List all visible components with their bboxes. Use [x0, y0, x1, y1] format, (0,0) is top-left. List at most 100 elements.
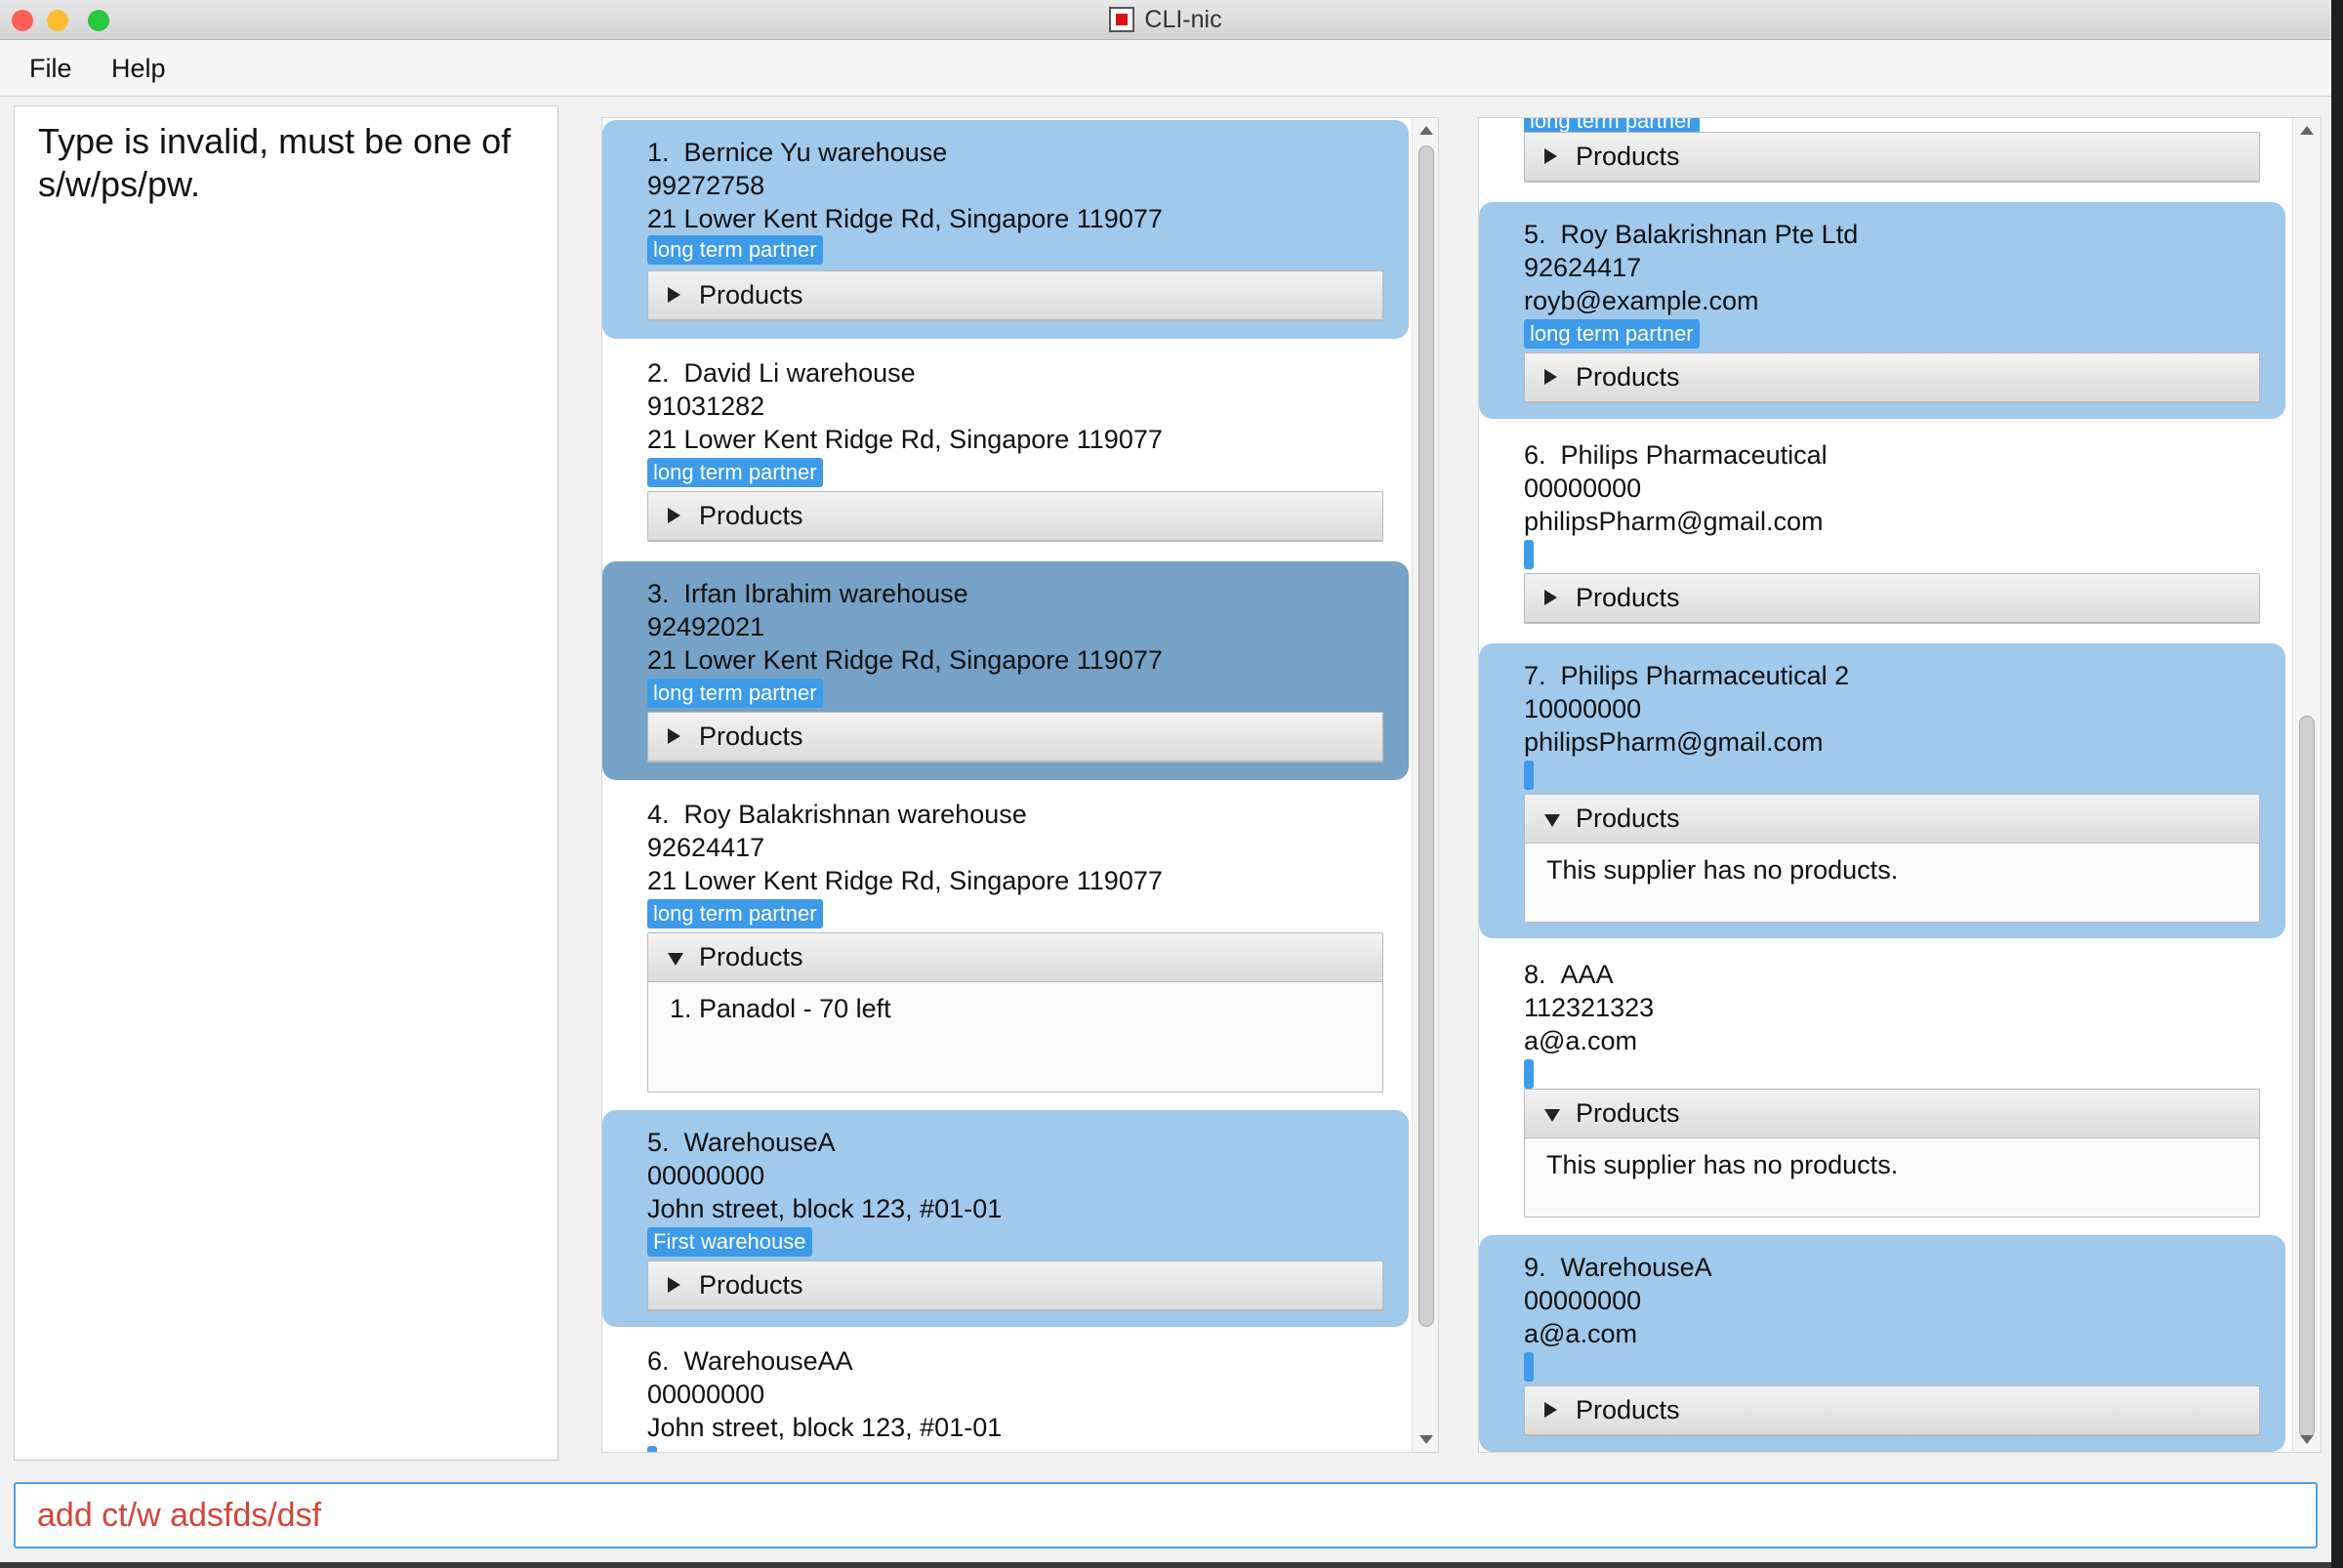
products-pane-header[interactable]: Products: [648, 271, 1382, 320]
card-address: 21 Lower Kent Ridge Rd, Singapore 119077: [647, 425, 1163, 454]
tag-badge-empty: [1524, 1352, 1534, 1382]
warehouse-card[interactable]: 4. Roy Balakrishnan warehouse 92624417 21 …: [602, 782, 1409, 1108]
products-pane-header[interactable]: Products: [1525, 1090, 2259, 1138]
card-email: philipsPharm@gmail.com: [1524, 727, 1824, 757]
menu-file[interactable]: File: [29, 54, 72, 84]
products-pane[interactable]: Products 1. Panadol - 70 left: [647, 932, 1383, 1093]
products-pane-header[interactable]: Products: [1525, 574, 2259, 623]
products-pane-header[interactable]: Products: [1525, 133, 2259, 182]
products-pane-header[interactable]: Products: [648, 492, 1382, 541]
title-bar: CLI-nic: [0, 0, 2331, 40]
result-display: Type is invalid, must be one of s/w/ps/p…: [14, 105, 558, 1461]
supplier-card[interactable]: 7. Philips Pharmaceutical 2 10000000 phili…: [1479, 643, 2285, 938]
products-label: Products: [699, 942, 803, 971]
triangle-right-icon[interactable]: [1544, 590, 1557, 605]
products-pane-header[interactable]: Products: [648, 713, 1382, 762]
tag-badge: long term partner: [647, 899, 823, 928]
tag-badge: long term partner: [647, 679, 823, 708]
command-input[interactable]: [37, 1494, 2282, 1537]
triangle-right-icon[interactable]: [1544, 369, 1557, 385]
products-pane[interactable]: Products: [647, 270, 1383, 321]
triangle-right-icon[interactable]: [1544, 148, 1557, 164]
scroll-up-icon[interactable]: [2300, 126, 2314, 135]
warehouse-list-scroll-thumb[interactable]: [1418, 145, 1434, 1327]
card-phone: 99272758: [647, 171, 765, 200]
warehouse-card[interactable]: 6. WarehouseAA 00000000 John street, block…: [602, 1329, 1409, 1452]
supplier-list-panel[interactable]: long term partner Products 5. Roy Balakris…: [1478, 117, 2322, 1453]
triangle-right-icon[interactable]: [668, 287, 680, 303]
card-phone: 92492021: [647, 612, 765, 641]
products-label: Products: [699, 722, 803, 751]
products-pane-header[interactable]: Products: [1525, 1386, 2259, 1435]
products-pane-header[interactable]: Products: [648, 1261, 1382, 1310]
warehouse-card[interactable]: 1. Bernice Yu warehouse 99272758 21 Lower …: [602, 120, 1409, 339]
supplier-card[interactable]: 9. WarehouseA 00000000 a@a.com Products: [1479, 1235, 2285, 1452]
warehouse-card[interactable]: 3. Irfan Ibrahim warehouse 92492021 21 Low…: [602, 561, 1409, 780]
card-phone: 91031282: [647, 392, 765, 421]
products-pane-header[interactable]: Products: [1525, 795, 2259, 844]
triangle-down-icon[interactable]: [668, 953, 683, 966]
warehouse-list-scrollbar[interactable]: [1412, 118, 1438, 1452]
card-phone: 92624417: [647, 833, 765, 862]
supplier-card[interactable]: long term partner Products: [1479, 118, 2285, 185]
products-pane[interactable]: Products: [1524, 573, 2260, 624]
card-name: Roy Balakrishnan warehouse: [683, 800, 1027, 829]
card-title: 7. Philips Pharmaceutical 2: [1524, 661, 1849, 691]
products-pane[interactable]: Products: [647, 491, 1383, 542]
warehouse-list-panel[interactable]: 1. Bernice Yu warehouse 99272758 21 Lower …: [601, 117, 1439, 1453]
products-pane[interactable]: Products This supplier has no products.: [1524, 1089, 2260, 1217]
products-label: Products: [1576, 1098, 1680, 1128]
products-pane-header[interactable]: Products: [1525, 353, 2259, 402]
warehouse-list[interactable]: 1. Bernice Yu warehouse 99272758 21 Lower …: [602, 118, 1438, 1452]
products-pane[interactable]: Products: [1524, 352, 2260, 403]
desktop-edge: [2331, 0, 2343, 1568]
supplier-list-scrollbar[interactable]: [2292, 118, 2321, 1452]
card-phone: 00000000: [647, 1161, 765, 1190]
warehouse-card[interactable]: 5. WarehouseA 00000000 John street, block …: [602, 1110, 1409, 1327]
products-label: Products: [699, 501, 803, 530]
card-title: 1. Bernice Yu warehouse: [647, 138, 947, 168]
tag-badge-empty: [647, 1446, 657, 1452]
card-name: Philips Pharmaceutical: [1560, 440, 1828, 470]
products-pane[interactable]: Products: [1524, 1385, 2260, 1436]
products-pane[interactable]: Products: [1524, 132, 2260, 183]
card-name: WarehouseA: [683, 1128, 836, 1157]
products-pane[interactable]: Products: [647, 1260, 1383, 1311]
products-pane[interactable]: Products This supplier has no products.: [1524, 794, 2260, 923]
title-wrap: CLI-nic: [0, 0, 2331, 39]
scroll-up-icon[interactable]: [1419, 126, 1433, 135]
triangle-down-icon[interactable]: [1544, 814, 1560, 827]
supplier-card[interactable]: 5. Roy Balakrishnan Pte Ltd 92624417 royb@…: [1479, 202, 2285, 419]
card-name: WarehouseA: [1560, 1253, 1712, 1282]
card-title: 2. David Li warehouse: [647, 358, 916, 389]
products-label: Products: [1576, 362, 1680, 392]
triangle-right-icon[interactable]: [668, 728, 680, 744]
supplier-list-scroll-thumb[interactable]: [2299, 716, 2315, 1438]
products-pane[interactable]: Products: [647, 712, 1383, 763]
card-name: Bernice Yu warehouse: [683, 138, 948, 167]
products-pane-header[interactable]: Products: [648, 933, 1382, 982]
card-address: 21 Lower Kent Ridge Rd, Singapore 119077: [647, 204, 1163, 233]
card-name: WarehouseAA: [683, 1346, 853, 1376]
menu-help[interactable]: Help: [111, 54, 166, 84]
scroll-down-icon[interactable]: [1419, 1435, 1433, 1444]
supplier-list[interactable]: long term partner Products 5. Roy Balakris…: [1479, 118, 2321, 1452]
card-index: 4.: [647, 800, 670, 829]
triangle-right-icon[interactable]: [668, 508, 680, 523]
products-label: Products: [1576, 804, 1680, 833]
warehouse-card[interactable]: 2. David Li warehouse 91031282 21 Lower Ke…: [602, 341, 1409, 557]
card-address: John street, block 123, #01-01: [647, 1194, 1003, 1223]
card-index: 8.: [1524, 960, 1546, 989]
triangle-right-icon[interactable]: [668, 1277, 680, 1293]
products-label: Products: [1576, 1395, 1680, 1424]
triangle-down-icon[interactable]: [1544, 1109, 1560, 1122]
card-title: 6. WarehouseAA: [647, 1346, 853, 1377]
command-box[interactable]: [14, 1482, 2318, 1548]
supplier-card[interactable]: 6. Philips Pharmaceutical 00000000 philips…: [1479, 423, 2285, 641]
triangle-right-icon[interactable]: [1544, 1402, 1557, 1418]
scroll-down-icon[interactable]: [2300, 1435, 2314, 1444]
